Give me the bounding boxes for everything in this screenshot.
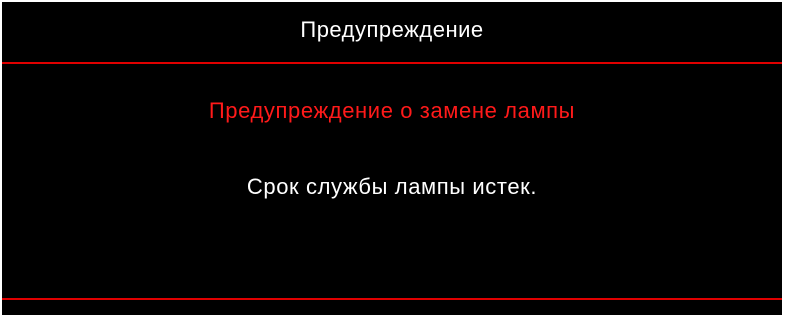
right-margin — [784, 0, 797, 317]
dialog-title: Предупреждение — [300, 17, 484, 42]
footer-divider — [2, 298, 782, 300]
lamp-warning-dialog: Предупреждение Предупреждение о замене л… — [0, 0, 784, 317]
dialog-header: Предупреждение — [2, 2, 782, 64]
lamp-expired-message: Срок службы лампы истек. — [246, 174, 538, 199]
lamp-replacement-warning-heading: Предупреждение о замене лампы — [208, 98, 576, 123]
